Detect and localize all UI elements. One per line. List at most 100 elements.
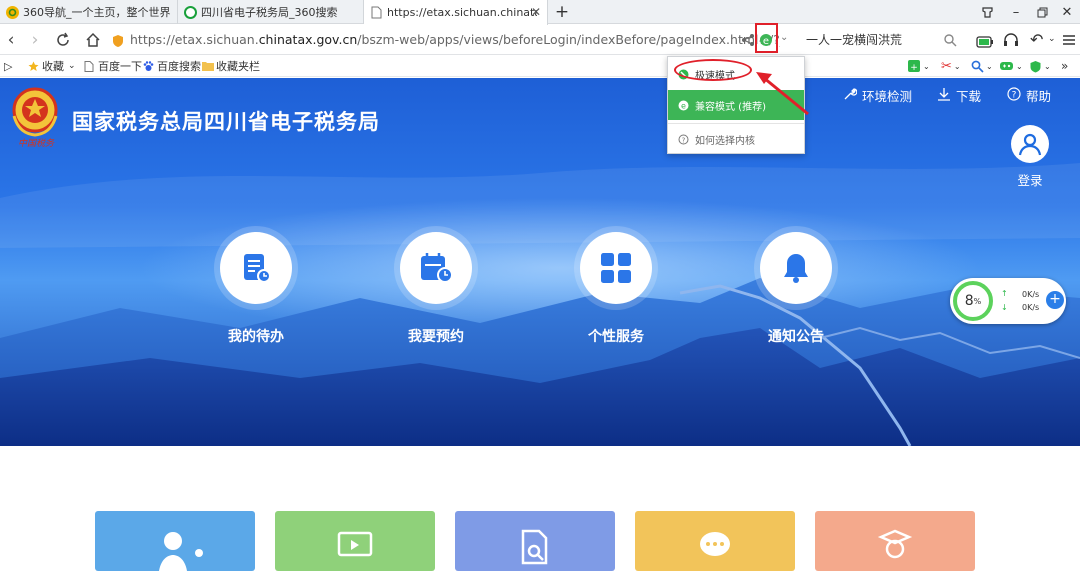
- env-check-link[interactable]: 环境检测: [843, 86, 912, 105]
- headset-icon[interactable]: [1002, 31, 1020, 49]
- url-field[interactable]: https://etax.sichuan.chinatax.gov.cn/bsz…: [130, 30, 780, 50]
- new-tab-icon[interactable]: +: [553, 2, 571, 22]
- download-icon: [937, 87, 951, 104]
- user-card-icon: [159, 532, 203, 571]
- chevron-down-icon: ⌄: [986, 61, 993, 71]
- security-shield-icon[interactable]: [112, 33, 124, 47]
- bookmark-baidu-search[interactable]: 百度搜索: [143, 58, 201, 74]
- todo-doc-icon: [244, 254, 271, 283]
- network-speed-widget[interactable]: 8% ↑ ↓ +: [950, 278, 1066, 324]
- download-arrow-icon: ↓: [1001, 303, 1008, 312]
- service-personal-label[interactable]: 个性服务: [566, 326, 666, 346]
- calendar-clock-icon: [421, 253, 453, 283]
- emblem-text: 中国税务: [17, 139, 54, 149]
- tab-title: 四川省电子税务局_360搜索: [201, 6, 338, 19]
- help-icon: ?: [1007, 87, 1021, 104]
- chevron-down-icon: ⌄: [923, 61, 930, 71]
- download-link[interactable]: 下载: [937, 86, 981, 105]
- tab-etax[interactable]: https://etax.sichuan.chinatax.g ✕: [364, 0, 548, 25]
- paw-icon: [143, 60, 154, 72]
- search-icon[interactable]: [943, 32, 957, 47]
- tab-strip: 360导航_一个主页，整个世界 四川省电子税务局_360搜索 https://e…: [0, 0, 1080, 25]
- service-appointment-label[interactable]: 我要预约: [386, 326, 486, 346]
- help-link[interactable]: ? 帮助: [1007, 86, 1051, 105]
- tab-360-search[interactable]: 四川省电子税务局_360搜索: [178, 0, 364, 24]
- menu-item-how-to-choose[interactable]: ? 如何选择内核: [668, 124, 804, 154]
- security-guard-icon[interactable]: ⌄: [1029, 58, 1051, 74]
- chevron-down-icon: ⌄: [953, 61, 961, 71]
- game-icon[interactable]: ⌄: [999, 58, 1023, 74]
- wrench-icon: [843, 87, 858, 104]
- search-box[interactable]: 一人一宠横闯洪荒: [806, 31, 936, 49]
- page-icon: [84, 60, 95, 72]
- card-query[interactable]: [455, 511, 615, 571]
- svg-text:e: e: [763, 36, 769, 47]
- bookmarks-bar: ▷ 收藏 ⌄ 百度一下 百度搜索 收藏夹栏 + ⌄ ✂ ⌄ ⌄ ⌄ ⌄ »: [0, 55, 1080, 77]
- card-online[interactable]: [275, 511, 435, 571]
- accelerate-plus-icon[interactable]: +: [1046, 291, 1064, 309]
- login-label[interactable]: 登录: [1008, 170, 1052, 189]
- service-todo-label[interactable]: 我的待办: [206, 326, 306, 346]
- sidebar-toggle-icon[interactable]: ▷: [4, 58, 12, 74]
- ie-kernel-icon[interactable]: e: [759, 32, 773, 47]
- help-icon: ?: [678, 134, 689, 145]
- chevron-down-icon[interactable]: ⌄: [780, 32, 788, 43]
- back-icon[interactable]: ‹: [0, 29, 22, 51]
- tab-title: 360导航_一个主页，整个世界: [23, 6, 171, 19]
- user-icon: [1018, 133, 1042, 156]
- undo-menu-chevron-icon[interactable]: ⌄: [1048, 34, 1056, 44]
- undo-icon[interactable]: ↶: [1030, 30, 1043, 49]
- service-todo-button[interactable]: [214, 226, 298, 310]
- find-icon[interactable]: ⌄: [971, 58, 993, 74]
- skin-icon[interactable]: [978, 3, 996, 21]
- share-icon[interactable]: [741, 32, 755, 46]
- grid-apps-icon: [601, 253, 631, 283]
- bookmark-folder[interactable]: 收藏夹栏: [202, 58, 260, 74]
- service-appointment-button[interactable]: [394, 226, 478, 310]
- scissors-icon[interactable]: ✂ ⌄: [941, 58, 961, 74]
- speed-mode-highlight: [674, 59, 752, 81]
- star-icon: [28, 61, 39, 72]
- svg-text:+: +: [910, 63, 918, 73]
- tax-emblem: 中国税务: [8, 86, 62, 154]
- forward-icon[interactable]: ›: [24, 29, 46, 51]
- menu-icon[interactable]: [1062, 32, 1076, 46]
- 360-logo-icon: [6, 5, 19, 19]
- monitor-icon: [337, 531, 373, 557]
- minimize-icon[interactable]: –: [1007, 3, 1025, 21]
- svg-text:?: ?: [682, 136, 686, 144]
- upload-arrow-icon: ↑: [1001, 289, 1008, 298]
- tab-360-nav[interactable]: 360导航_一个主页，整个世界: [0, 0, 178, 24]
- download-speed: 0K/s: [1022, 303, 1040, 312]
- service-notice-button[interactable]: [754, 226, 838, 310]
- chat-bubble-icon: [700, 532, 730, 556]
- graduate-icon: [877, 529, 913, 559]
- chevron-down-icon: ⌄: [1016, 61, 1023, 71]
- svg-text:e: e: [681, 101, 686, 110]
- login-avatar-button[interactable]: [1011, 125, 1049, 163]
- restore-icon[interactable]: [1033, 3, 1051, 21]
- close-tab-icon[interactable]: ✕: [531, 5, 541, 19]
- card-education[interactable]: [815, 511, 975, 571]
- bookmark-favorites[interactable]: 收藏 ⌄: [28, 58, 76, 74]
- bookmark-baidu[interactable]: 百度一下: [84, 58, 142, 74]
- tab-title: https://etax.sichuan.chinatax.g: [387, 6, 537, 19]
- home-icon[interactable]: [82, 29, 104, 51]
- ie-kernel-icon: e: [678, 100, 689, 111]
- battery-icon[interactable]: [976, 33, 994, 48]
- annotation-arrow: [756, 72, 809, 116]
- extension-icon[interactable]: + ⌄: [907, 58, 930, 74]
- 360-search-icon: [184, 5, 197, 19]
- chevron-down-icon: ⌄: [1044, 61, 1051, 71]
- upload-speed: 0K/s: [1022, 290, 1040, 299]
- page-icon: [370, 6, 383, 19]
- refresh-icon[interactable]: [52, 29, 74, 51]
- bell-icon: [784, 254, 808, 283]
- card-interaction[interactable]: [635, 511, 795, 571]
- folder-icon: [202, 61, 214, 72]
- close-window-icon[interactable]: ✕: [1058, 3, 1076, 21]
- more-icon[interactable]: »: [1061, 58, 1068, 74]
- service-personal-button[interactable]: [574, 226, 658, 310]
- card-personal[interactable]: [95, 511, 255, 571]
- service-notice-label[interactable]: 通知公告: [746, 326, 846, 346]
